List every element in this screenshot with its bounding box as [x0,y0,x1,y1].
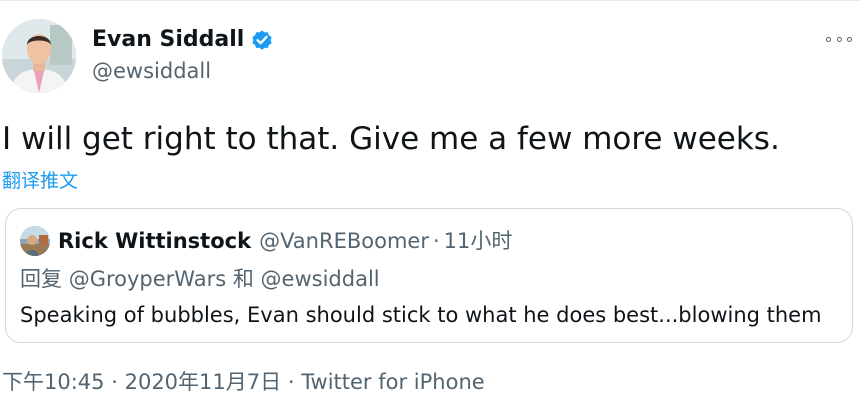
quoted-author-avatar[interactable] [20,226,50,256]
translate-tweet-link[interactable]: 翻译推文 [2,169,78,193]
author-name-row: Evan Siddall [92,26,274,54]
tweet-time[interactable]: 下午10:45 [2,370,105,394]
tweet-source-link[interactable]: Twitter for iPhone [301,370,485,394]
verified-badge-icon [250,28,274,52]
author-avatar[interactable] [2,19,76,93]
reply-and: 和 [232,267,254,291]
quoted-tweet-card[interactable]: Rick Wittinstock @VanREBoomer · 11小时 回复 … [5,208,853,343]
reply-mention-link[interactable]: @ewsiddall [261,267,380,291]
tweet-timestamp-row: 下午10:45 · 2020年11月7日 · Twitter for iPhon… [2,368,485,396]
author-handle[interactable]: @ewsiddall [92,58,211,84]
profile-photo-icon [2,19,76,93]
meta-separator: · [111,370,118,394]
quoted-tweet-time: 11小时 [443,229,513,253]
quoted-author-handle: @VanREBoomer [259,229,429,253]
author-display-name[interactable]: Evan Siddall [92,26,244,54]
more-dot-icon [847,36,852,42]
more-dot-icon [836,36,842,42]
more-options-button[interactable] [826,34,852,44]
profile-photo-icon [20,226,50,256]
quoted-tweet-text: Speaking of bubbles, Evan should stick t… [20,303,822,327]
more-dot-icon [826,36,831,42]
meta-separator: · [432,229,440,253]
quoted-author-name: Rick Wittinstock [58,229,252,253]
tweet-date[interactable]: 2020年11月7日 [125,370,282,394]
reply-mention-link[interactable]: @GroyperWars [69,267,226,291]
quoted-tweet-header: Rick Wittinstock @VanREBoomer · 11小时 [58,227,512,255]
reply-prefix: 回复 [20,267,62,291]
meta-separator: · [287,370,295,394]
quoted-reply-context: 回复 @GroyperWars 和 @ewsiddall [20,265,380,293]
top-divider [0,0,860,1]
tweet-text: I will get right to that. Give me a few … [2,121,780,157]
